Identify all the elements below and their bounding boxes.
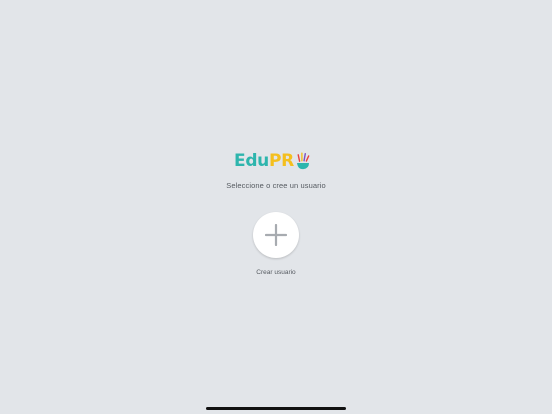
logo-text-pr: PR [268,151,294,171]
logo-text-edu: Edu [234,151,269,171]
user-selection-screen: Edu PR Seleccione o cree un usuario Crea… [0,0,552,414]
app-logo: Edu PR [234,149,318,171]
home-indicator[interactable] [206,407,346,410]
create-user-button[interactable] [253,212,299,258]
create-user-label[interactable]: Crear usuario [0,269,552,276]
plus-icon [265,224,287,246]
page-subtitle: Seleccione o cree un usuario [226,181,326,190]
hand-logo-icon [296,152,310,170]
